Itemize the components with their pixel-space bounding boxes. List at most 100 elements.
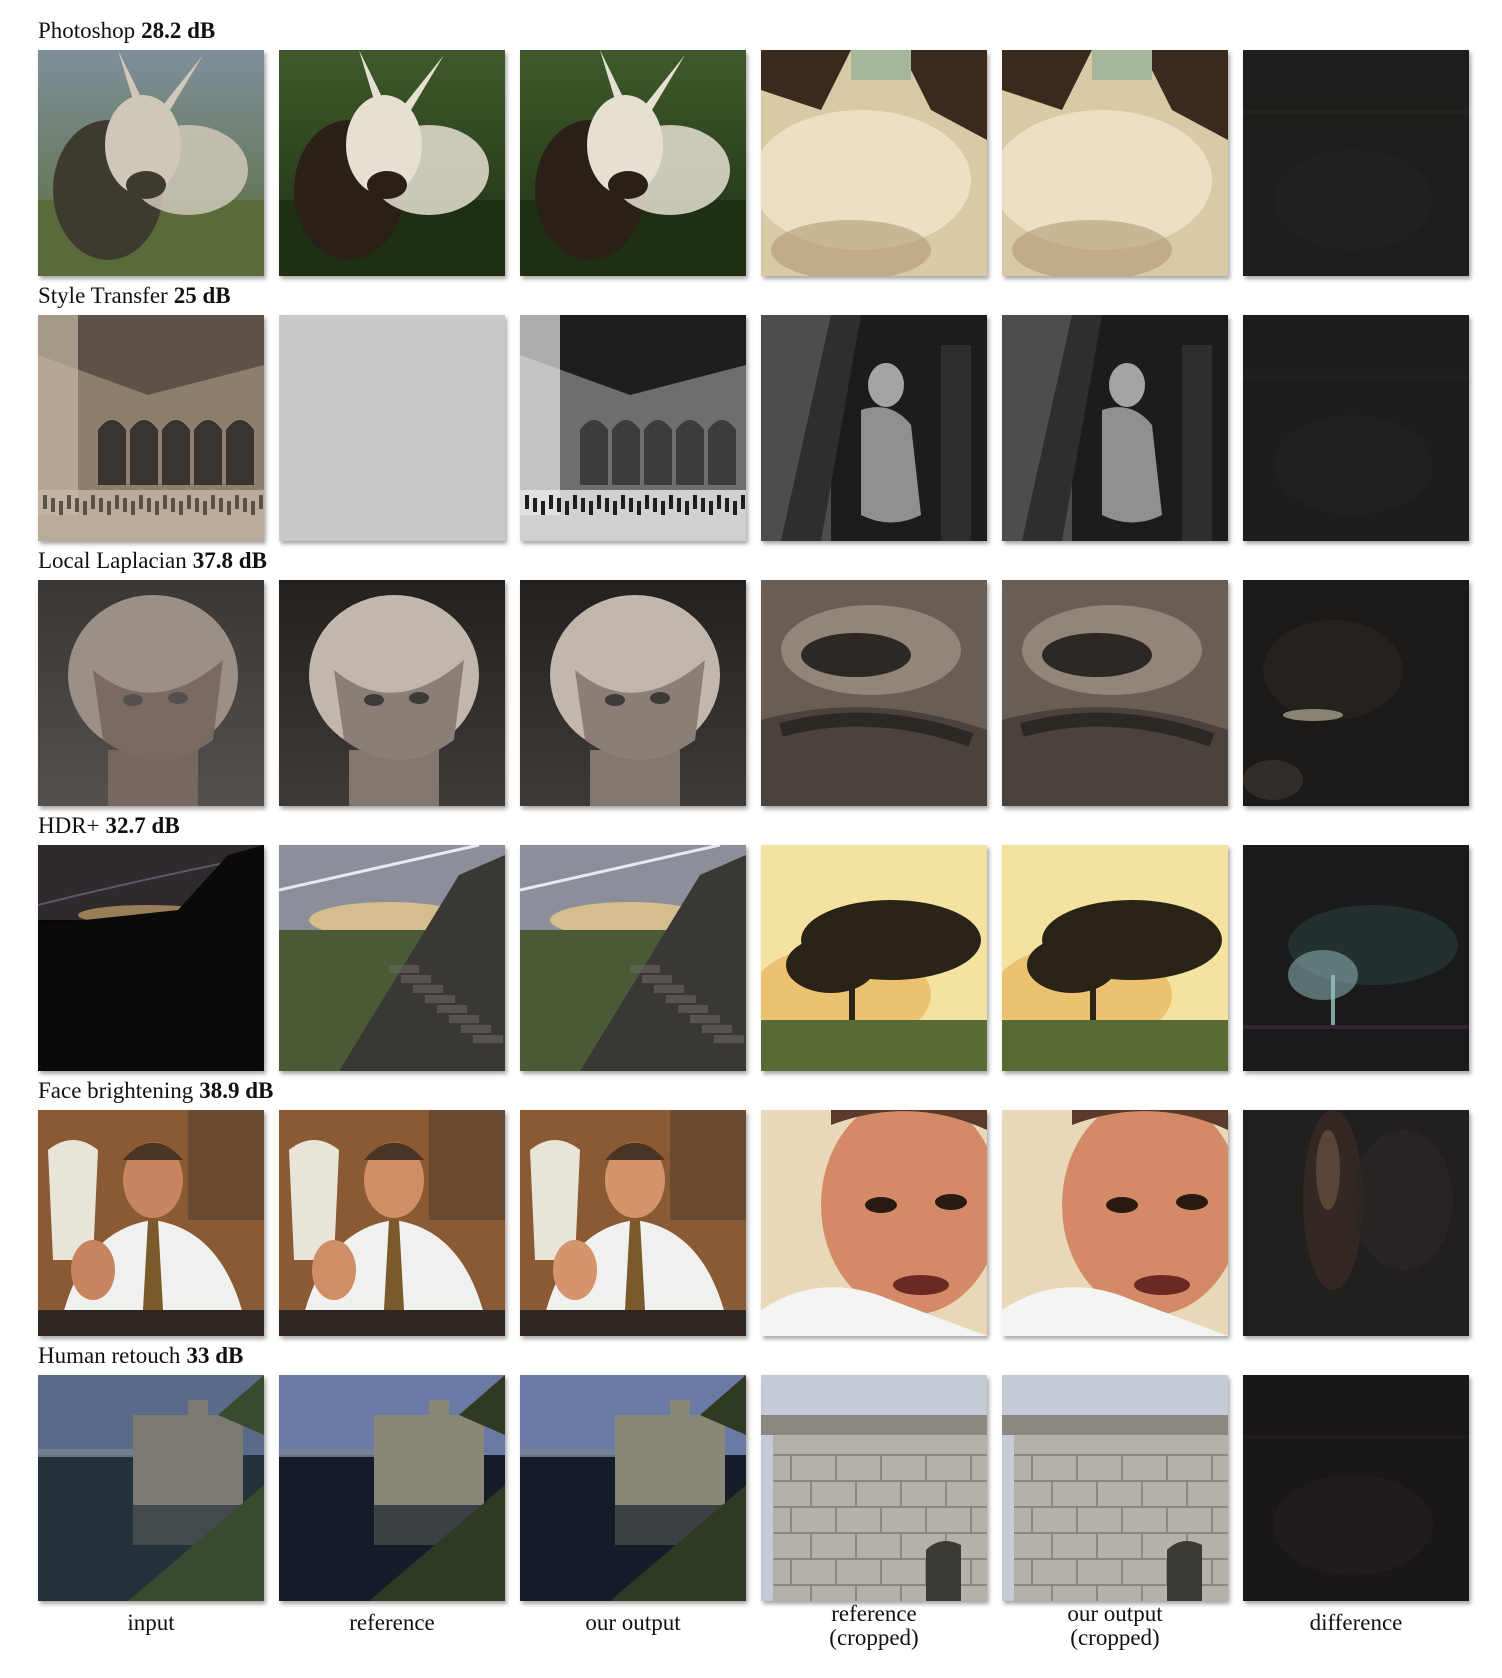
caption-our-output: our output — [520, 1611, 746, 1635]
portrait-man-image — [520, 1110, 746, 1336]
difference-map-image — [1243, 315, 1469, 541]
row-psnr-score: 33 dB — [186, 1343, 244, 1368]
caption-difference: difference — [1243, 1611, 1469, 1635]
row-method-name: Face brightening — [38, 1078, 194, 1103]
our-output-image — [520, 580, 746, 806]
row-title: Style Transfer 25 dB — [38, 281, 231, 311]
caption-reference-cropped-label2: (cropped) — [829, 1625, 919, 1650]
stone-head-image — [38, 580, 264, 806]
reference-cropped-image — [761, 315, 987, 541]
donkey-in-field-image — [279, 50, 505, 276]
difference-image — [1243, 1110, 1469, 1336]
reference-image — [279, 845, 505, 1071]
input-image — [38, 315, 264, 541]
reference-cropped-image — [761, 50, 987, 276]
caption-reference: reference — [279, 1611, 505, 1635]
figure-row: Local Laplacian 37.8 dB — [0, 546, 1502, 812]
stone-head-image — [279, 580, 505, 806]
tree-sunset-image — [1002, 845, 1228, 1071]
caption-our-output-label: our output — [585, 1610, 681, 1635]
reference-cropped-image — [761, 845, 987, 1071]
our-output-image — [520, 1110, 746, 1336]
tree-sunset-image — [761, 845, 987, 1071]
sunset-hillside-image — [520, 845, 746, 1071]
row-method-name: Photoshop — [38, 18, 136, 43]
our-output-cropped-image — [1002, 1375, 1228, 1601]
row-method-name: HDR+ — [38, 813, 100, 838]
caption-reference-label: reference — [349, 1610, 435, 1635]
row-title: Human retouch 33 dB — [38, 1341, 243, 1371]
stone-closeup-image — [761, 580, 987, 806]
our-output-cropped-image — [1002, 580, 1228, 806]
row-psnr-score: 38.9 dB — [199, 1078, 274, 1103]
dark-sunset-image — [38, 845, 264, 1071]
caption-our-output-cropped-label: our output — [1067, 1601, 1163, 1626]
row-method-name: Style Transfer — [38, 283, 168, 308]
wall-closeup-image — [761, 1375, 987, 1601]
stone-closeup-image — [1002, 580, 1228, 806]
reference-image — [279, 1110, 505, 1336]
blank-gray-image — [279, 315, 505, 541]
row-psnr-score: 37.8 dB — [192, 548, 267, 573]
figure-row: Human retouch 33 dB — [0, 1341, 1502, 1607]
caption-input-label: input — [127, 1610, 175, 1635]
row-psnr-score: 28.2 dB — [141, 18, 216, 43]
cathedral-interior-bw-image — [520, 315, 746, 541]
face-closeup-image — [761, 1110, 987, 1336]
statue-closeup-image — [761, 315, 987, 541]
reference-image — [279, 50, 505, 276]
reference-image — [279, 580, 505, 806]
difference-map-glow-image — [1243, 580, 1469, 806]
portrait-man-image — [38, 1110, 264, 1336]
caption-our-output-cropped-label2: (cropped) — [1070, 1625, 1160, 1650]
caption-our-output-cropped: our output (cropped) — [1002, 1602, 1228, 1650]
input-image — [38, 1110, 264, 1336]
our-output-cropped-image — [1002, 50, 1228, 276]
input-image — [38, 50, 264, 276]
reference-image — [279, 1375, 505, 1601]
difference-map-face-image — [1243, 1110, 1469, 1336]
input-image — [38, 845, 264, 1071]
our-output-cropped-image — [1002, 845, 1228, 1071]
caption-reference-cropped: reference (cropped) — [761, 1602, 987, 1650]
row-title: Face brightening 38.9 dB — [38, 1076, 273, 1106]
fur-closeup-image — [761, 50, 987, 276]
lake-building-image — [279, 1375, 505, 1601]
figure-row: Style Transfer 25 dB — [0, 281, 1502, 547]
row-title: Local Laplacian 37.8 dB — [38, 546, 267, 576]
row-method-name: Human retouch — [38, 1343, 181, 1368]
our-output-image — [520, 1375, 746, 1601]
difference-map-image — [1243, 1375, 1469, 1601]
reference-cropped-image — [761, 580, 987, 806]
our-output-image — [520, 845, 746, 1071]
donkey-in-field-image — [38, 50, 264, 276]
reference-image — [279, 315, 505, 541]
face-closeup-image — [1002, 1110, 1228, 1336]
reference-cropped-image — [761, 1375, 987, 1601]
statue-closeup-image — [1002, 315, 1228, 541]
difference-image — [1243, 845, 1469, 1071]
difference-map-tree-image — [1243, 845, 1469, 1071]
input-image — [38, 580, 264, 806]
our-output-image — [520, 315, 746, 541]
figure-row: HDR+ 32.7 dB — [0, 811, 1502, 1077]
portrait-man-image — [279, 1110, 505, 1336]
figure-row: Photoshop 28.2 dB — [0, 16, 1502, 282]
donkey-in-field-image — [520, 50, 746, 276]
caption-difference-label: difference — [1309, 1610, 1403, 1635]
figure-row: Face brightening 38.9 dB — [0, 1076, 1502, 1342]
row-psnr-score: 25 dB — [173, 283, 231, 308]
lake-building-image — [520, 1375, 746, 1601]
lake-building-image — [38, 1375, 264, 1601]
reference-cropped-image — [761, 1110, 987, 1336]
difference-image — [1243, 580, 1469, 806]
caption-input: input — [38, 1611, 264, 1635]
difference-image — [1243, 1375, 1469, 1601]
caption-reference-cropped-label: reference — [831, 1601, 917, 1626]
stone-head-image — [520, 580, 746, 806]
row-title: Photoshop 28.2 dB — [38, 16, 215, 46]
sunset-hillside-image — [279, 845, 505, 1071]
our-output-cropped-image — [1002, 1110, 1228, 1336]
fur-closeup-image — [1002, 50, 1228, 276]
cathedral-interior-image — [38, 315, 264, 541]
